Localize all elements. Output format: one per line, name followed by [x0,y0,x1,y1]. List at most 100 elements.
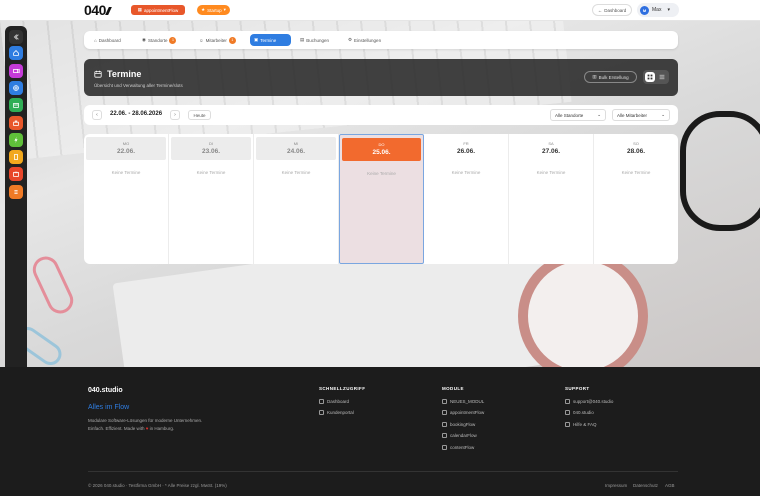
empty-state: Keine Termine [367,171,396,176]
plan-pill[interactable]: ★ Startup ▾ [197,5,230,15]
day-column[interactable]: DI 23.06. Keine Termine [169,134,254,264]
modules-title: MODULE [442,386,464,391]
arrow-left-icon: ← [597,7,603,13]
list-icon[interactable] [9,185,23,199]
day-header: MI 24.06. [256,137,336,160]
briefcase-icon[interactable] [9,116,23,130]
day-column[interactable]: FR 26.06. Keine Termine [424,134,509,264]
date-range: 22.06. - 28.06.2026 [110,111,163,117]
chevron-right-icon: › [174,112,176,118]
calendar-icon: ▤ [300,37,305,42]
dashboard-button[interactable]: ← Dashboard [592,4,632,16]
module-tabs: ⌂ Dashboard ◉ Standorte 1 ☺ Mitarbeiter 1 ▣… [84,31,678,49]
location-select[interactable]: Alle Standorte ⌄ [550,109,606,121]
logo[interactable]: 040 [84,2,112,18]
calendar-alt-icon[interactable] [9,167,23,181]
week-filter-bar: ‹ 22.06. - 28.06.2026 › Heute Alle Stand… [84,105,678,125]
avatar: M [640,5,649,15]
footer-description: Modulare Software-Lösungen für moderne U… [88,418,203,431]
footer-link-module[interactable]: appointmentFlow [442,410,484,415]
today-button[interactable]: Heute [188,110,211,120]
footer-link-help[interactable]: Hilfe & FAQ [565,422,597,427]
copyright: © 2026 040.studio · Testfirma GmbH · * A… [88,483,227,488]
week-calendar: MO 22.06. Keine Termine DI 23.06. Keine … [84,134,678,264]
quick-links-title: SCHNELLZUGRIFF [319,386,366,391]
user-menu[interactable]: M Max ▾ [637,3,679,17]
footer-link-email[interactable]: support@040.studio [565,399,613,404]
grid-icon: ▦ [137,7,142,12]
footer: 040.studio Alles im Flow Modulare Softwa… [0,367,760,496]
calendar-icon [94,70,102,78]
tab-einstellungen[interactable]: ⚙ Einstellungen [344,34,385,46]
footer-link-module[interactable]: NEUES_MODUL [442,399,484,404]
count-badge: 1 [228,36,236,44]
help-icon [565,422,570,427]
footer-link-impressum[interactable]: Impressum [605,483,627,488]
tab-buchungen[interactable]: ▤ Buchungen [296,34,333,46]
home-icon [319,399,324,404]
tab-dashboard[interactable]: ⌂ Dashboard [90,34,125,46]
globe-icon [565,410,570,415]
calendar-icon[interactable] [9,98,23,112]
day-header: SO 28.06. [596,137,676,160]
calendar-icon: ▣ [254,37,259,42]
day-header: DI 23.06. [171,137,251,160]
day-column[interactable]: SO 28.06. Keine Termine [594,134,678,264]
footer-link-website[interactable]: 040.studio [565,410,594,415]
footer-link-module[interactable]: bookingFlow [442,422,475,427]
day-column[interactable]: MI 24.06. Keine Termine [254,134,339,264]
day-header: MO 22.06. [86,137,166,160]
module-icon [442,410,447,415]
staff-select[interactable]: Alle Mitarbeiter ⌄ [612,109,670,121]
tab-standorte[interactable]: ◉ Standorte 1 [138,34,180,46]
page-subtitle: Übersicht und Verwaltung aller Termine/s… [94,83,183,88]
day-header: FR 26.06. [426,137,506,160]
footer-divider [88,471,678,472]
document-icon[interactable] [9,150,23,164]
footer-link-customer-portal[interactable]: Kundenportal [319,410,354,415]
tab-mitarbeiter[interactable]: ☺ Mitarbeiter 1 [195,34,240,46]
day-header: DO 25.06. [342,138,421,161]
chevron-down-icon: ▾ [667,7,670,13]
module-icon [442,433,447,438]
footer-link-datenschutz[interactable]: Datenschutz [633,483,658,488]
footer-link-dashboard[interactable]: Dashboard [319,399,349,404]
location-pin-icon: ◉ [142,37,146,42]
tab-termine[interactable]: ▣ Termine [250,34,291,46]
portal-icon [319,410,324,415]
page-title: Termine [107,69,142,79]
empty-state: Keine Termine [111,170,141,175]
day-column-today[interactable]: DO 25.06. Keine Termine [339,134,424,264]
empty-state: Keine Termine [621,170,651,175]
bulk-create-button[interactable]: ▥ Bulk Erstellung [584,71,637,83]
empty-state: Keine Termine [281,170,311,175]
footer-brand: 040.studio [88,387,123,394]
chevron-down-icon: ⌄ [661,112,665,117]
count-badge: 1 [169,36,177,44]
home-icon: ⌂ [94,37,97,43]
chevron-down-icon: ⌄ [597,112,601,117]
module-icon [442,399,447,404]
user-icon: ☺ [199,37,204,43]
app-switcher-pill[interactable]: ▦ appointmentFlow [131,5,185,15]
star-icon: ★ [201,7,206,12]
day-column[interactable]: MO 22.06. Keine Termine [84,134,169,264]
module-icon [442,445,447,450]
footer-link-module[interactable]: contentFlow [442,445,474,450]
grid-view-icon[interactable] [645,72,655,82]
list-view-icon[interactable] [657,72,667,82]
home-icon[interactable] [9,46,23,60]
video-icon[interactable] [9,64,23,78]
support-title: SUPPORT [565,386,590,391]
mail-icon [565,399,570,404]
day-column[interactable]: SA 27.06. Keine Termine [509,134,594,264]
collapse-icon[interactable] [9,30,23,44]
module-icon [442,422,447,427]
globe-icon[interactable] [9,81,23,95]
next-week-button[interactable]: › [170,110,180,120]
view-toggle [643,70,669,84]
footer-link-agb[interactable]: AGB [665,483,675,488]
footer-link-module[interactable]: calendarFlow [442,433,477,438]
bolt-icon[interactable] [9,133,23,147]
prev-week-button[interactable]: ‹ [92,110,102,120]
